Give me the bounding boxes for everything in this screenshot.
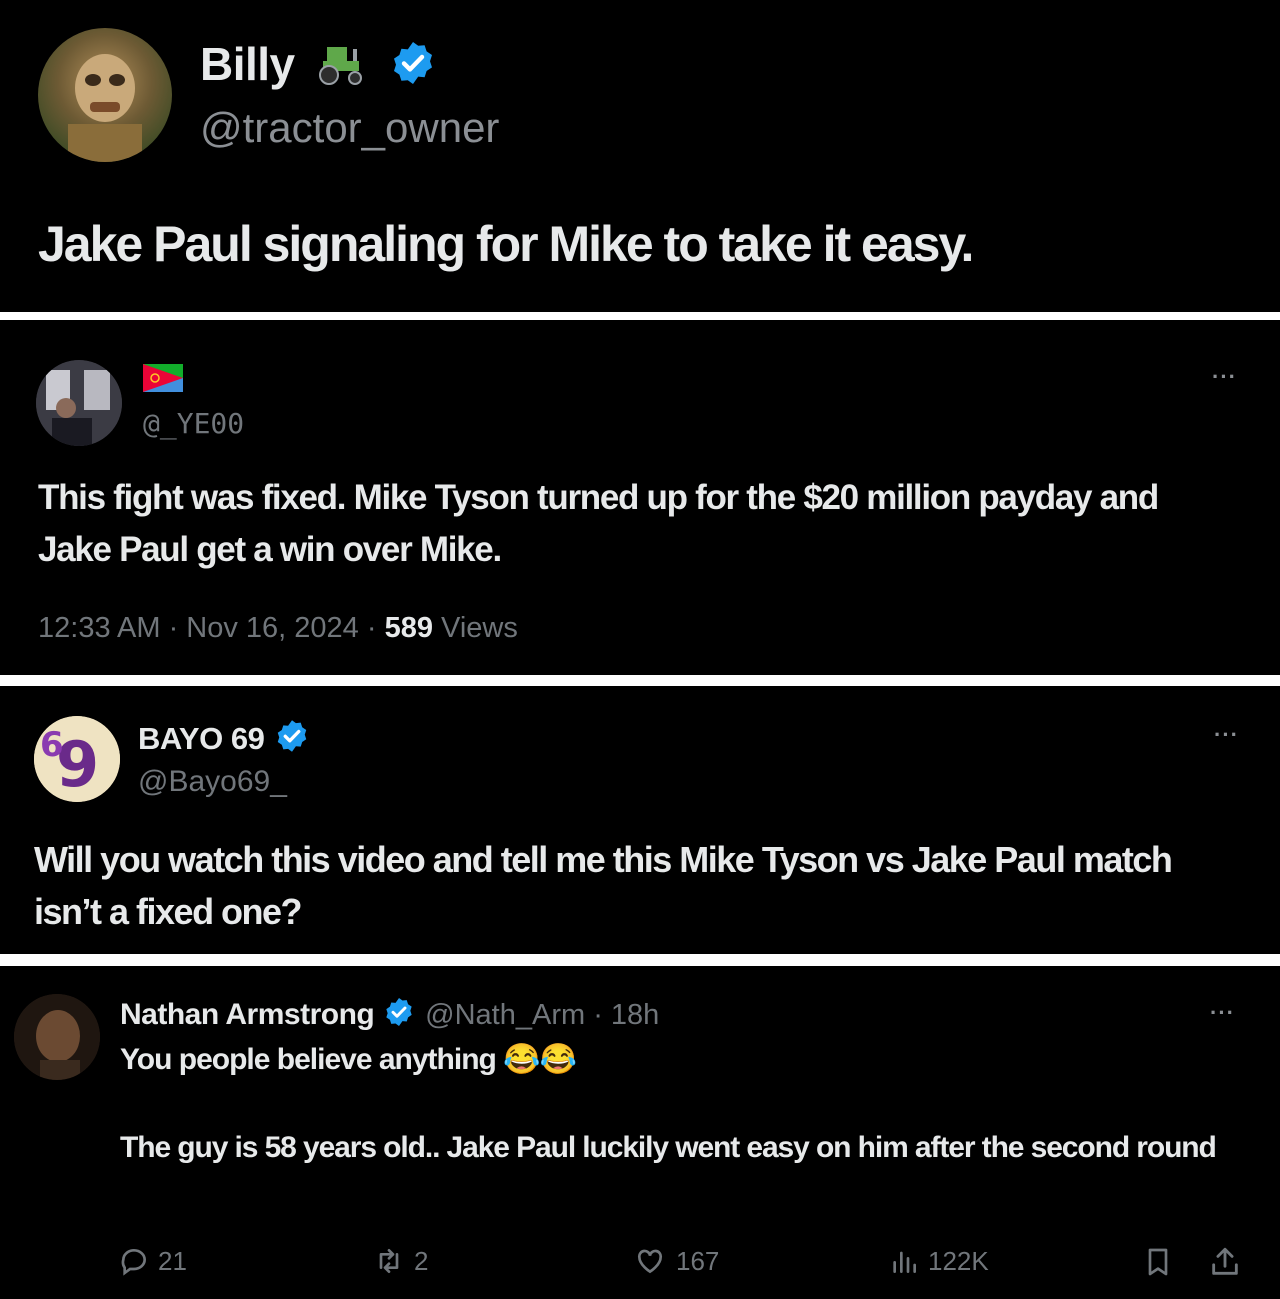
handle[interactable]: @Bayo69_ — [138, 764, 287, 800]
timestamp[interactable]: 12:33 AM · Nov 16, 2024 · — [38, 612, 385, 644]
display-name[interactable]: BAYO 69 — [138, 718, 310, 764]
reply-line-1: You people believe anything 😂😂 — [120, 1043, 577, 1076]
like-button[interactable]: 167 — [632, 1245, 719, 1277]
verified-badge-icon — [389, 39, 437, 97]
handle[interactable]: @_YE00 — [143, 407, 244, 441]
share-icon — [1208, 1245, 1242, 1279]
reply-count: 21 — [158, 1245, 187, 1276]
reply-button[interactable]: 21 — [118, 1245, 187, 1277]
views-button[interactable]: 122K — [888, 1245, 989, 1277]
heart-icon — [632, 1245, 668, 1277]
repost-icon — [372, 1245, 406, 1277]
verified-badge-icon — [274, 718, 310, 764]
reply-line-2: The guy is 58 years old.. Jake Paul luck… — [120, 1131, 1217, 1164]
display-name-text: Billy — [200, 38, 295, 90]
tweet-text: Will you watch this video and tell me th… — [34, 839, 1173, 932]
like-count: 167 — [676, 1245, 720, 1276]
tractor-icon — [313, 41, 373, 95]
handle[interactable]: @tractor_owner — [200, 104, 499, 152]
eritrea-flag-icon — [143, 364, 183, 397]
more-options-icon[interactable]: ··· — [1214, 722, 1239, 748]
share-button[interactable] — [1208, 1245, 1242, 1279]
display-name[interactable]: Nathan Armstrong — [120, 998, 375, 1031]
tweet-card-bayo69: 9 6 BAYO 69 @Bayo69_ ··· Will you watch … — [0, 686, 1280, 954]
tweet-text: This fight was fixed. Mike Tyson turned … — [38, 478, 1159, 569]
more-options-icon[interactable]: ··· — [1210, 1000, 1235, 1026]
bookmark-button[interactable] — [1142, 1245, 1174, 1279]
views-count: 589 — [384, 612, 433, 644]
avatar-bayo69[interactable]: 9 6 — [34, 716, 120, 802]
analytics-icon — [888, 1245, 920, 1277]
handle-time[interactable]: @Nath_Arm · 18h — [425, 999, 659, 1031]
repost-count: 2 — [414, 1245, 429, 1276]
name-row: Nathan Armstrong @Nath_Arm · 18h — [120, 996, 659, 1043]
repost-button[interactable]: 2 — [372, 1245, 428, 1277]
avatar-billy[interactable] — [38, 28, 172, 162]
bookmark-icon — [1142, 1245, 1174, 1279]
tweet-meta: 12:33 AM · Nov 16, 2024 · 589 Views — [38, 610, 518, 646]
tweet-card-ye00: @_YE00 ··· This fight was fixed. Mike Ty… — [0, 320, 1280, 675]
views-label: Views — [432, 612, 518, 644]
svg-text:6: 6 — [40, 725, 64, 765]
tweet-text: Jake Paul signaling for Mike to take it … — [38, 216, 974, 272]
avatar-ye00[interactable] — [36, 360, 122, 446]
display-name[interactable]: Billy — [200, 38, 437, 97]
tweet-card-billy: Billy @tractor_owner Jake Paul signaling… — [0, 0, 1280, 312]
avatar-nathan[interactable] — [14, 994, 100, 1080]
more-options-icon[interactable]: ··· — [1212, 364, 1237, 390]
display-name-text: BAYO 69 — [138, 721, 265, 757]
views-count: 122K — [928, 1245, 989, 1276]
reply-icon — [118, 1245, 150, 1277]
verified-badge-icon — [383, 996, 415, 1043]
